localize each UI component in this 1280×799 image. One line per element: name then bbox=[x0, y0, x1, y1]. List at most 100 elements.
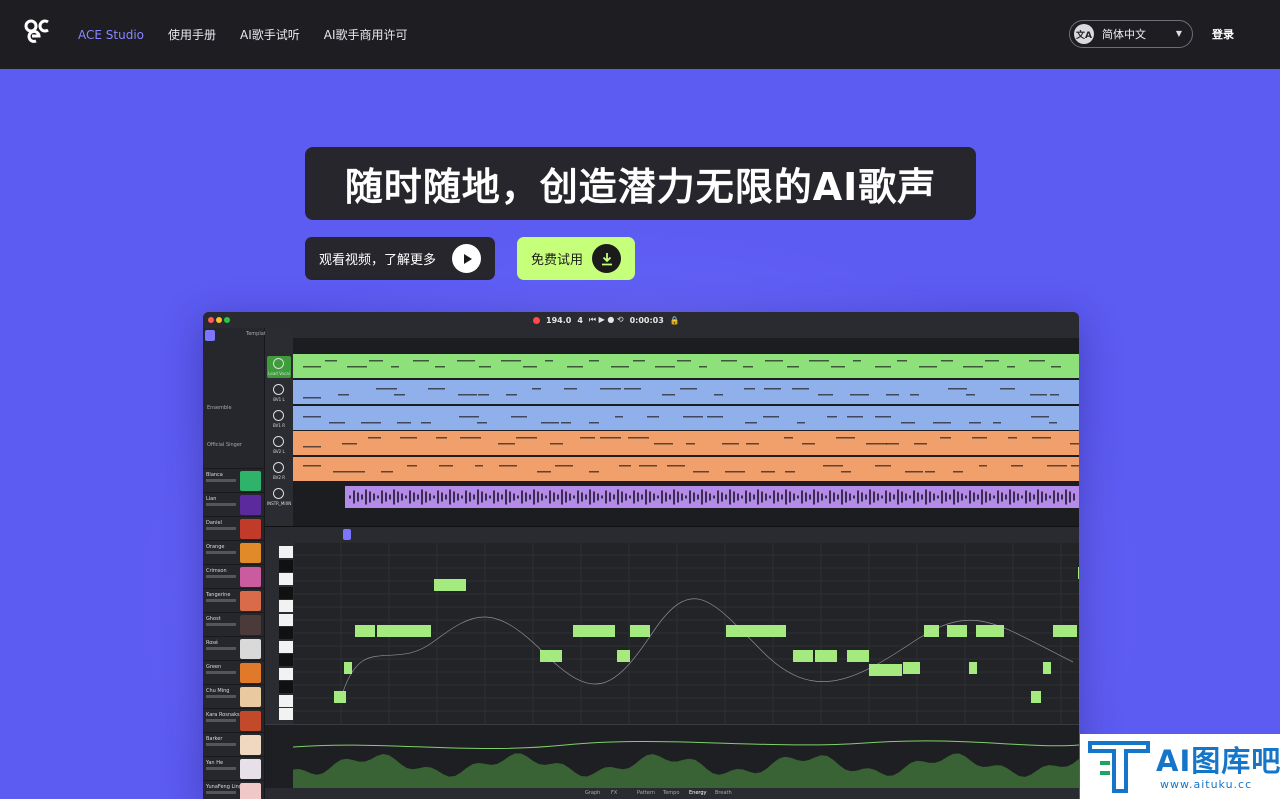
singer-sidebar: Template Project Ensemble Official Singe… bbox=[203, 328, 288, 799]
track-knob-icon[interactable] bbox=[273, 462, 284, 473]
piano-key[interactable] bbox=[279, 627, 293, 639]
piano-key[interactable] bbox=[279, 667, 293, 680]
piano-keys[interactable] bbox=[265, 542, 293, 724]
lock-icon[interactable]: 🔒 bbox=[670, 316, 680, 325]
waveform-bar bbox=[1001, 492, 1003, 502]
piano-key[interactable] bbox=[279, 586, 293, 599]
waveform-bar bbox=[905, 493, 907, 501]
track-header[interactable]: BV2 L bbox=[267, 434, 291, 456]
watch-video-button[interactable]: 观看视频，了解更多 bbox=[305, 237, 495, 280]
singer-avatar bbox=[240, 663, 261, 683]
piano-key[interactable] bbox=[279, 681, 293, 693]
waveform-bar bbox=[805, 492, 807, 502]
track-header[interactable]: BV1 R bbox=[267, 408, 291, 430]
parameter-tab[interactable]: Graph bbox=[585, 790, 600, 796]
arrangement-note bbox=[478, 394, 489, 396]
singer-row[interactable]: Lian bbox=[203, 492, 265, 516]
singer-avatar bbox=[240, 495, 261, 515]
nav-link-ace-studio[interactable]: ACE Studio bbox=[78, 28, 144, 42]
piano-roll[interactable] bbox=[293, 542, 1079, 724]
piano-key[interactable] bbox=[279, 613, 293, 626]
singer-row[interactable]: Chu Ming bbox=[203, 684, 265, 708]
arrangement-note bbox=[303, 446, 321, 448]
track-knob-icon[interactable] bbox=[273, 410, 284, 421]
arrangement-note bbox=[686, 443, 695, 445]
piano-key[interactable] bbox=[279, 546, 293, 558]
track-knob-icon[interactable] bbox=[273, 384, 284, 395]
singer-row[interactable]: Blanca bbox=[203, 468, 265, 492]
singer-row[interactable]: Tangerine bbox=[203, 588, 265, 612]
singer-row[interactable]: Yan He bbox=[203, 756, 265, 780]
track-header[interactable]: BV2 R bbox=[267, 460, 291, 482]
track-header[interactable]: BV1 L bbox=[267, 382, 291, 404]
waveform-bar bbox=[853, 495, 855, 499]
arrangement-note bbox=[639, 465, 657, 467]
waveform-bar bbox=[513, 493, 515, 501]
piano-key[interactable] bbox=[279, 573, 293, 585]
singer-row[interactable]: YunaFeng Ling bbox=[203, 780, 265, 799]
nav-link-commercial-license[interactable]: AI歌手商用许可 bbox=[324, 26, 408, 43]
arrangement-note bbox=[802, 443, 815, 445]
watermark-logo-icon bbox=[1088, 741, 1150, 793]
login-button[interactable]: 登录 bbox=[1212, 26, 1234, 42]
free-trial-button[interactable]: 免费试用 bbox=[517, 237, 635, 280]
singer-row[interactable]: Daniel bbox=[203, 516, 265, 540]
arrangement-note bbox=[342, 443, 357, 445]
singer-row[interactable]: Crimson bbox=[203, 564, 265, 588]
vocal-note bbox=[1053, 625, 1077, 637]
parameter-tab[interactable]: FX bbox=[611, 790, 617, 796]
parameter-pane[interactable] bbox=[265, 724, 1079, 789]
waveform-bar bbox=[789, 491, 791, 503]
track-knob-icon[interactable] bbox=[273, 488, 284, 499]
track-header[interactable]: INSTR_MIXN bbox=[267, 486, 291, 508]
waveform-bar bbox=[577, 490, 579, 504]
waveform-bar bbox=[373, 493, 375, 501]
waveform-bar bbox=[437, 490, 439, 504]
parameter-tab[interactable]: Breath bbox=[715, 790, 732, 796]
waveform-bar bbox=[797, 495, 799, 499]
nav-link-manual[interactable]: 使用手册 bbox=[168, 26, 216, 43]
arrangement-note bbox=[969, 422, 981, 424]
waveform-bar bbox=[489, 495, 491, 499]
singer-row[interactable]: Orange bbox=[203, 540, 265, 564]
waveform-bar bbox=[925, 489, 927, 505]
singer-row[interactable]: Green bbox=[203, 660, 265, 684]
track-knob-icon[interactable] bbox=[273, 358, 284, 369]
singer-row[interactable]: Ghost bbox=[203, 612, 265, 636]
record-icon[interactable] bbox=[533, 316, 540, 324]
arrangement-note bbox=[407, 465, 417, 467]
singer-row[interactable]: Rosé bbox=[203, 636, 265, 660]
beats-readout[interactable]: 4 bbox=[577, 316, 583, 325]
search-tab-icon[interactable] bbox=[205, 330, 215, 341]
waveform-bar bbox=[1037, 489, 1039, 505]
waveform-bar bbox=[841, 489, 843, 505]
waveform-bar bbox=[921, 494, 923, 500]
vocal-note bbox=[334, 691, 346, 703]
parameter-tab[interactable]: Energy bbox=[689, 790, 707, 796]
piano-key[interactable] bbox=[279, 708, 293, 720]
arrangement-note bbox=[966, 394, 975, 396]
piano-key[interactable] bbox=[279, 600, 293, 612]
singer-row[interactable]: Kara Rosnaks bbox=[203, 708, 265, 732]
language-selector[interactable]: 文A 简体中文 ▼ bbox=[1069, 20, 1193, 48]
piano-key[interactable] bbox=[279, 559, 293, 572]
waveform-bar bbox=[713, 495, 715, 499]
singer-row[interactable]: Barker bbox=[203, 732, 265, 756]
nav-link-singer-preview[interactable]: AI歌手试听 bbox=[240, 26, 300, 43]
vocal-note bbox=[847, 650, 869, 662]
track-knob-icon[interactable] bbox=[273, 436, 284, 447]
waveform-bar bbox=[1053, 490, 1055, 504]
waveform-bar bbox=[485, 493, 487, 501]
arrangement-note bbox=[743, 366, 753, 368]
transport-controls-icon[interactable]: ⏮ ▶ ● ⟲ bbox=[589, 315, 624, 325]
track-header[interactable]: Lead Vocal bbox=[267, 356, 291, 378]
piano-key[interactable] bbox=[279, 640, 293, 653]
parameter-tab[interactable]: Pattern bbox=[637, 790, 655, 796]
tempo-readout[interactable]: 194.0 bbox=[546, 316, 571, 325]
piano-key[interactable] bbox=[279, 654, 293, 666]
ace-logo-icon[interactable] bbox=[24, 19, 52, 47]
waveform-bar bbox=[745, 490, 747, 504]
select-tool-icon[interactable] bbox=[343, 529, 351, 540]
piano-key[interactable] bbox=[279, 694, 293, 707]
parameter-tab[interactable]: Tempo bbox=[663, 790, 679, 796]
